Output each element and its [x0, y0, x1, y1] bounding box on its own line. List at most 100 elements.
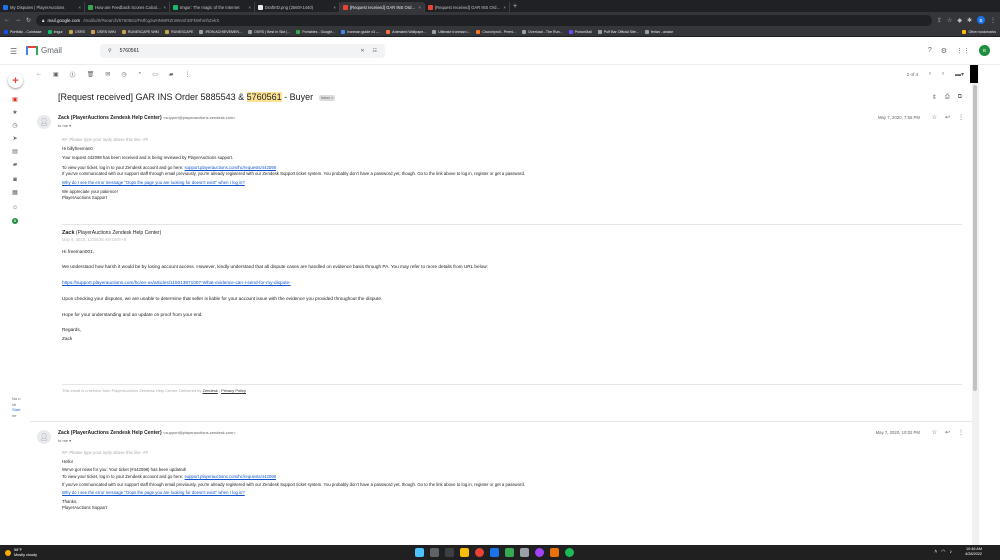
- weather-widget[interactable]: 58°F Mostly cloudy: [5, 548, 37, 557]
- older-chevron-icon[interactable]: ›: [942, 71, 944, 77]
- bookmark-item[interactable]: Crunchyroll - Premi...: [476, 30, 516, 34]
- other-bookmarks[interactable]: Other bookmarks: [962, 30, 996, 34]
- privacy-policy-link[interactable]: Privacy Policy: [221, 388, 246, 393]
- bookmark-item[interactable]: Overload - The Run...: [522, 30, 563, 34]
- ticket-link[interactable]: support.playerauctions.com/hc/requests/4…: [185, 474, 276, 479]
- browser-tab-active[interactable]: [Request received] GAR INS Ord... ×: [340, 2, 425, 12]
- more-icon[interactable]: ⋮: [958, 114, 964, 121]
- tab-close-icon[interactable]: ×: [418, 5, 421, 10]
- print-icon[interactable]: ⎙: [945, 94, 950, 101]
- sent-icon[interactable]: ➤: [12, 136, 18, 142]
- snooze-clock-icon[interactable]: ◷: [121, 71, 126, 78]
- help-icon[interactable]: ?: [928, 47, 932, 54]
- tab-close-icon[interactable]: ×: [248, 5, 251, 10]
- browser-tab[interactable]: Imgur: The magic of the Internet ×: [170, 2, 255, 12]
- browser-tab[interactable]: My Disputes | PlayerAuctions ×: [0, 2, 85, 12]
- system-tray[interactable]: ˄ ◠ ♪: [934, 549, 952, 555]
- starred-icon[interactable]: ★: [12, 110, 18, 116]
- chrome-icon[interactable]: [475, 548, 484, 557]
- bookmark-item[interactable]: Imgur: [47, 30, 63, 34]
- expand-all-icon[interactable]: ⇕: [932, 94, 937, 101]
- keyboard-input-icon[interactable]: ▬▾: [955, 71, 964, 78]
- label-icon[interactable]: ▰: [12, 162, 18, 168]
- tab-close-icon[interactable]: ×: [78, 5, 81, 10]
- bookmark-item[interactable]: Puff Bar Official Site...: [597, 30, 639, 34]
- search-options-icon[interactable]: ☷: [373, 48, 377, 54]
- zendesk-link[interactable]: Zendesk: [203, 388, 218, 393]
- file-explorer-icon[interactable]: [460, 548, 469, 557]
- extension-icon[interactable]: ◆: [957, 17, 962, 24]
- mark-unread-icon[interactable]: ✉: [105, 71, 110, 78]
- inbox-icon[interactable]: ▣: [12, 97, 18, 103]
- recipient-toggle[interactable]: to me ▾: [58, 438, 71, 443]
- more-actions-icon[interactable]: ⋮: [185, 71, 191, 78]
- star-icon[interactable]: ☆: [932, 429, 937, 436]
- bookmark-item[interactable]: Animated Wallpape...: [386, 30, 426, 34]
- browser-tab[interactable]: DraftrrD.png (2560×1440) ×: [255, 2, 340, 12]
- bookmark-item[interactable]: RUNESCAPE WIKI: [121, 30, 159, 34]
- error-help-link[interactable]: Why do I see the error message "Oops the…: [62, 490, 245, 495]
- profile-avatar[interactable]: B: [977, 16, 985, 24]
- reply-icon[interactable]: ↩: [945, 429, 950, 436]
- more-icon[interactable]: ⋮: [958, 429, 964, 436]
- search-icon[interactable]: ⚲: [108, 48, 112, 54]
- app-icon[interactable]: [535, 548, 544, 557]
- app-icon[interactable]: [520, 548, 529, 557]
- browser-menu-icon[interactable]: ⋮: [990, 17, 996, 24]
- labels-icon[interactable]: ▰: [169, 71, 174, 78]
- delete-trash-icon[interactable]: 🗑︎: [87, 71, 95, 78]
- task-view-icon[interactable]: [445, 548, 454, 557]
- taskbar-clock[interactable]: 10:46 AM 4/28/2022: [965, 547, 982, 557]
- bookmark-item[interactable]: RUNESCAPE: [165, 30, 193, 34]
- reload-icon[interactable]: ↻: [26, 17, 31, 24]
- error-help-link[interactable]: Why do I see the error message "Oops the…: [62, 180, 245, 185]
- bookmark-star-icon[interactable]: ☆: [947, 17, 952, 24]
- browser-tab[interactable]: [Request received] GAR INS Ord... ×: [425, 2, 510, 12]
- url-field[interactable]: 🔒︎ mail.google.com/mail/u/0/#search/5760…: [36, 14, 932, 26]
- chat-avatar[interactable]: B: [12, 218, 18, 224]
- star-icon[interactable]: ☆: [932, 114, 937, 121]
- settings-gear-icon[interactable]: ⚙: [941, 47, 947, 55]
- bookmark-item[interactable]: OSRS | Best in Slot |...: [248, 30, 290, 34]
- meet-keyboard-icon[interactable]: ▦: [12, 190, 18, 196]
- drafts-icon[interactable]: ▤: [12, 149, 18, 155]
- open-new-window-icon[interactable]: ⧉: [958, 94, 962, 101]
- gmail-logo[interactable]: Gmail: [26, 46, 62, 55]
- side-start-link[interactable]: Start: [12, 407, 20, 413]
- bookmark-item[interactable]: OSRS WIKI: [90, 30, 116, 34]
- scrollbar-thumb[interactable]: [973, 85, 977, 391]
- forward-arrow-icon[interactable]: →: [15, 17, 21, 23]
- spotify-icon[interactable]: [565, 548, 574, 557]
- bookmark-item[interactable]: Ironman guide v3 -...: [341, 30, 380, 34]
- extensions-puzzle-icon[interactable]: ✱: [967, 17, 972, 24]
- compose-button[interactable]: +: [8, 73, 23, 88]
- app-icon[interactable]: [550, 548, 559, 557]
- add-task-icon[interactable]: ◔: [138, 71, 142, 77]
- move-to-icon[interactable]: ▭: [152, 71, 158, 78]
- app-icon[interactable]: [490, 548, 499, 557]
- apps-grid-icon[interactable]: ⋮⋮: [956, 47, 970, 55]
- meet-video-icon[interactable]: ◙: [12, 177, 18, 183]
- bookmark-item[interactable]: IRON ACHIEVEMEN...: [199, 30, 242, 34]
- clear-search-icon[interactable]: ✕: [360, 48, 364, 54]
- newer-chevron-icon[interactable]: ‹: [929, 71, 931, 77]
- evidence-article-link[interactable]: https://support.playerauctions.com/hc/en…: [62, 280, 291, 285]
- bookmark-item[interactable]: OSRS: [68, 30, 85, 34]
- reply-icon[interactable]: ↩: [945, 114, 950, 121]
- start-windows-icon[interactable]: [415, 548, 424, 557]
- archive-icon[interactable]: ▣: [53, 71, 59, 78]
- search-bar[interactable]: ⚲ 5760561 ✕ ☷: [100, 44, 385, 58]
- inbox-label-chip[interactable]: Inbox ×: [318, 94, 336, 101]
- bookmark-item[interactable]: Portfolio - Coinbase: [4, 30, 42, 34]
- snoozed-clock-icon[interactable]: ◷: [12, 123, 18, 129]
- recipient-toggle[interactable]: to me ▾: [58, 123, 71, 128]
- browser-tab[interactable]: How are Feedback Scores Calcul... ×: [85, 2, 170, 12]
- tab-close-icon[interactable]: ×: [333, 5, 336, 10]
- tab-close-icon[interactable]: ×: [503, 5, 506, 10]
- ticket-link[interactable]: support.playerauctions.com/hc/requests/4…: [185, 165, 276, 170]
- bookmark-item[interactable]: ProtonMail: [568, 30, 592, 34]
- tab-close-icon[interactable]: ×: [163, 5, 166, 10]
- bookmark-item[interactable]: ferian - avatar: [644, 30, 673, 34]
- main-menu-icon[interactable]: ☰: [10, 47, 17, 56]
- hangouts-icon[interactable]: ☺: [12, 205, 18, 211]
